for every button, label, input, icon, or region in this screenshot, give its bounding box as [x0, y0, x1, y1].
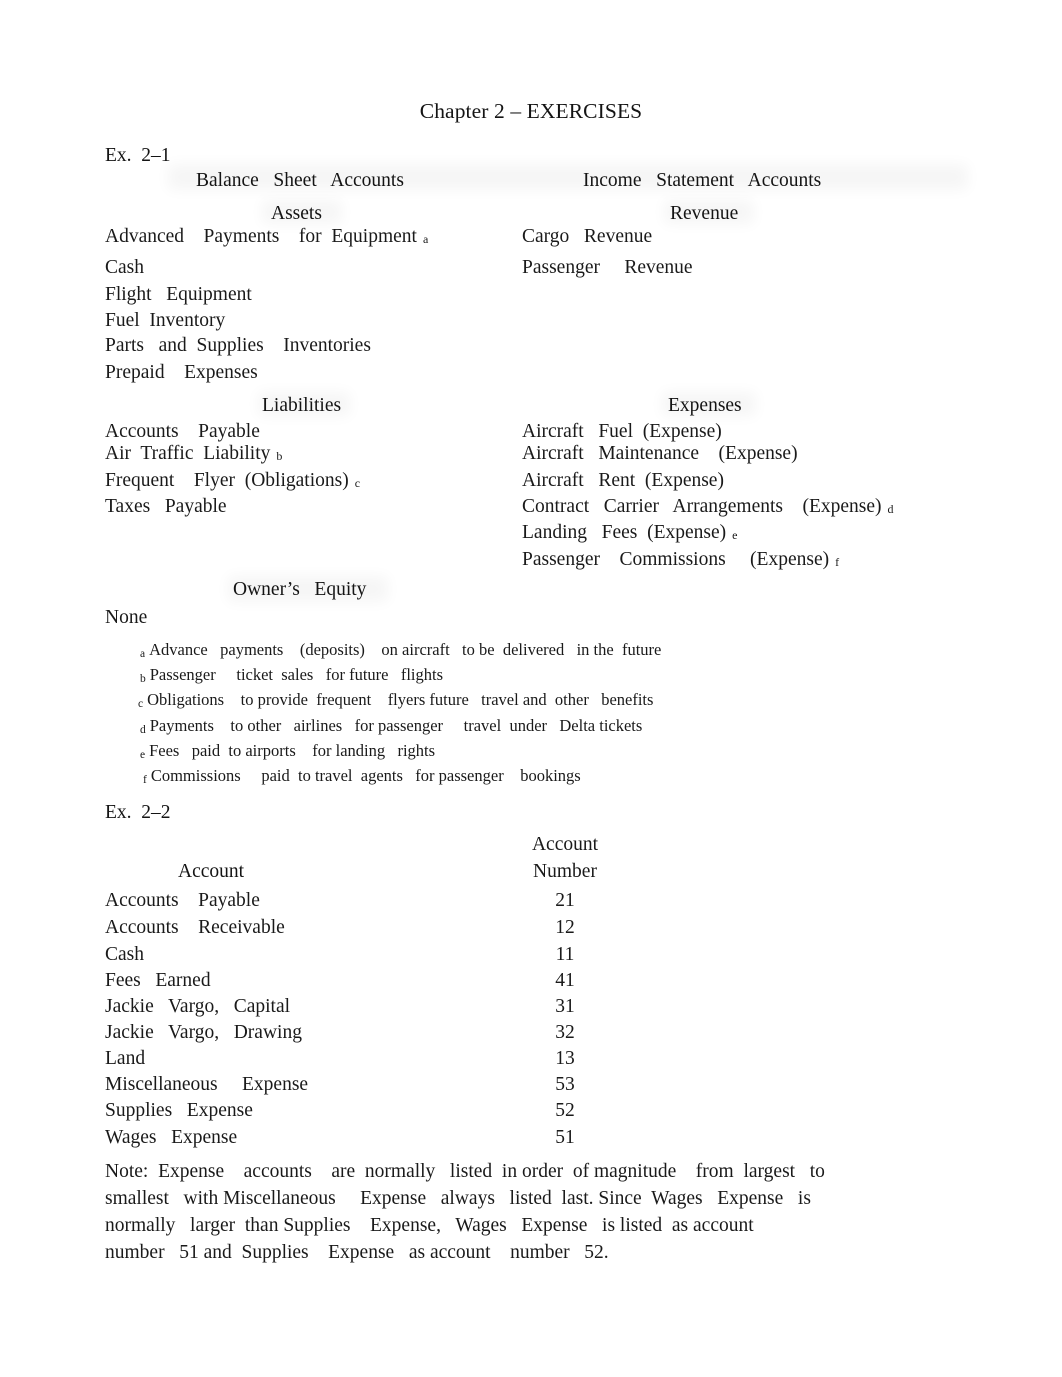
- footnote-marker-b: b: [276, 449, 283, 463]
- footnote-marker: a: [140, 648, 146, 660]
- liability-item-text: Air Traffic Liability: [105, 443, 271, 464]
- note-line: normally larger than Supplies Expense, W…: [105, 1215, 754, 1236]
- assets-heading: Assets: [271, 203, 322, 224]
- table-row-number: 52: [555, 1100, 575, 1121]
- liability-item: Accounts Payable: [105, 421, 260, 442]
- page-title: Chapter 2 – EXERCISES: [419, 99, 643, 123]
- note-line: Note: Expense accounts are normally list…: [105, 1161, 825, 1182]
- footnote-text: Passenger ticket sales for future flight…: [149, 665, 444, 684]
- footnote-marker: b: [140, 673, 146, 685]
- balance-sheet-accounts-heading: Balance Sheet Accounts: [196, 170, 404, 191]
- table-row-number: 53: [555, 1074, 575, 1095]
- footnote-c: c Obligations to provide frequent flyers …: [138, 690, 653, 710]
- table-row: Miscellaneous Expense: [105, 1074, 309, 1095]
- table-row: Supplies Expense: [105, 1100, 253, 1121]
- liability-item: Air Traffic Liability b: [105, 443, 282, 465]
- footnote-marker-d: d: [887, 502, 894, 516]
- asset-item: Parts and Supplies Inventories: [105, 335, 371, 356]
- note-line: smallest with Miscellaneous Expense alwa…: [105, 1188, 811, 1209]
- table-row: Jackie Vargo, Capital: [105, 996, 291, 1017]
- table-row-number: 31: [555, 996, 575, 1017]
- footnote-b: b Passenger ticket sales for future fligh…: [140, 665, 443, 685]
- liability-item: Taxes Payable: [105, 496, 227, 517]
- asset-item: Cash: [105, 257, 144, 278]
- footnote-text: Fees paid to airports for landing rights: [149, 741, 436, 760]
- table-header-account-line1: Account: [531, 834, 599, 855]
- table-row-number: 51: [555, 1127, 575, 1148]
- liability-item-text: Frequent Flyer (Obligations): [105, 470, 349, 491]
- asset-item: Advanced Payments for Equipment a: [105, 226, 428, 248]
- footnote-text: Advance payments (deposits) on aircraft …: [149, 640, 662, 659]
- asset-item-text: Advanced Payments for Equipment: [105, 226, 417, 247]
- table-header-account: Account: [178, 861, 245, 882]
- table-row: Fees Earned: [105, 970, 211, 991]
- expense-item: Aircraft Rent (Expense): [522, 470, 724, 491]
- expense-item: Landing Fees (Expense) e: [522, 522, 737, 544]
- owners-equity-item: None: [105, 607, 148, 628]
- expense-item-text: Contract Carrier Arrangements (Expense): [522, 496, 882, 517]
- footnote-marker-f: f: [835, 555, 840, 569]
- asset-item: Flight Equipment: [105, 284, 252, 305]
- footnote-marker: d: [140, 724, 146, 736]
- expenses-heading: Expenses: [668, 395, 742, 416]
- liability-item: Frequent Flyer (Obligations) c: [105, 470, 360, 492]
- liabilities-heading: Liabilities: [262, 395, 342, 416]
- table-row: Accounts Receivable: [105, 917, 285, 938]
- expense-item: Aircraft Fuel (Expense): [522, 421, 722, 442]
- footnote-d: d Payments to other airlines for passenge…: [140, 716, 642, 736]
- footnote-marker-a: a: [422, 232, 429, 246]
- table-row: Jackie Vargo, Drawing: [105, 1022, 302, 1043]
- expense-item-text: Passenger Commissions (Expense): [522, 549, 830, 570]
- document-page: Chapter 2 – EXERCISES Ex. 2–1 Balance Sh…: [0, 0, 1062, 1377]
- revenue-item: Passenger Revenue: [522, 257, 693, 278]
- note-line: number 51 and Supplies Expense as accoun…: [105, 1242, 609, 1263]
- expense-item: Passenger Commissions (Expense) f: [522, 549, 839, 571]
- footnote-marker-c: c: [354, 476, 361, 490]
- table-row-number: 32: [555, 1022, 575, 1043]
- footnote-marker: c: [138, 698, 144, 710]
- owners-equity-heading: Owner’s Equity: [233, 579, 367, 600]
- footnote-marker: e: [140, 749, 146, 761]
- table-row-number: 13: [555, 1048, 575, 1069]
- footnote-marker: f: [143, 774, 147, 786]
- footnote-text: Obligations to provide frequent flyers f…: [147, 690, 654, 709]
- asset-item: Fuel Inventory: [105, 310, 226, 331]
- footnote-a: a Advance payments (deposits) on aircraft…: [140, 640, 661, 660]
- exercise-2-label: Ex. 2–2: [105, 802, 171, 823]
- footnote-f: f Commissions paid to travel agents for p…: [143, 766, 581, 786]
- asset-item: Prepaid Expenses: [105, 362, 258, 383]
- income-statement-accounts-heading: Income Statement Accounts: [583, 170, 822, 191]
- footnote-text: Payments to other airlines for passenger…: [149, 716, 643, 735]
- revenue-heading: Revenue: [670, 203, 739, 224]
- table-row-number: 11: [555, 944, 575, 965]
- table-row-number: 21: [555, 890, 575, 911]
- expense-item-text: Landing Fees (Expense): [522, 522, 727, 543]
- table-header-number: Number: [533, 861, 597, 882]
- table-row-number: 41: [555, 970, 575, 991]
- expense-item: Aircraft Maintenance (Expense): [522, 443, 798, 464]
- footnote-marker-e: e: [732, 528, 738, 542]
- exercise-1-label: Ex. 2–1: [105, 145, 171, 166]
- table-row: Land: [105, 1048, 146, 1069]
- note-paragraph: Note: Expense accounts are normally list…: [105, 1158, 845, 1266]
- footnote-text: Commissions paid to travel agents for pa…: [150, 766, 581, 785]
- table-row: Cash: [105, 944, 144, 965]
- table-row: Accounts Payable: [105, 890, 260, 911]
- table-row-number: 12: [555, 917, 575, 938]
- expense-item: Contract Carrier Arrangements (Expense) d: [522, 496, 894, 518]
- table-row: Wages Expense: [105, 1127, 238, 1148]
- footnote-e: e Fees paid to airports for landing right…: [140, 741, 435, 761]
- revenue-item: Cargo Revenue: [522, 226, 653, 247]
